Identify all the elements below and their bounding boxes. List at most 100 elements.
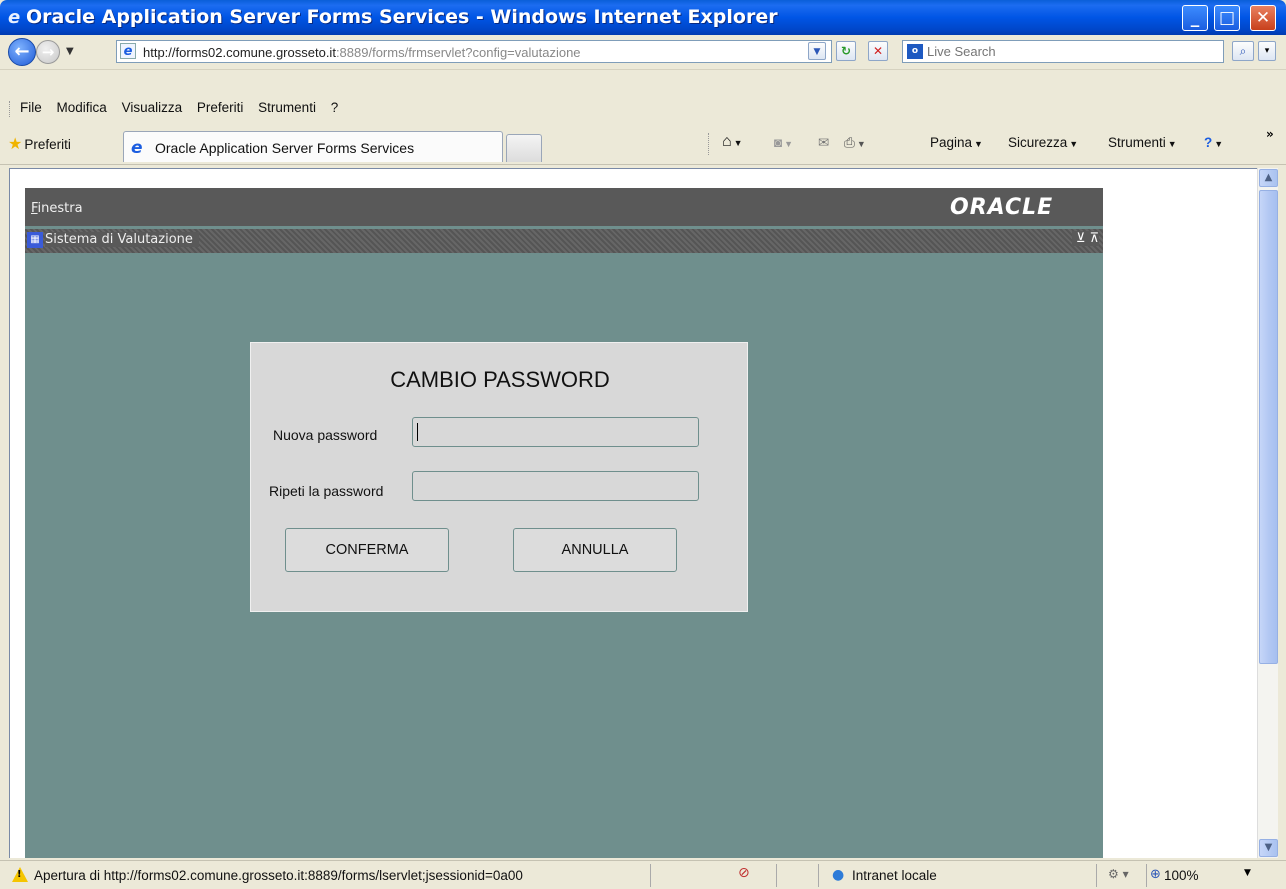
zoom-level[interactable]: 100% (1164, 868, 1199, 883)
menu-visualizza[interactable]: Visualizza (122, 100, 183, 115)
chevron-down-icon: ▼ (813, 47, 821, 57)
scroll-down-icon[interactable]: ▼ (1259, 839, 1278, 857)
address-url: http://forms02.comune.grosseto.it:8889/f… (143, 45, 581, 60)
more-commands-icon[interactable]: » (1266, 127, 1274, 141)
status-divider (818, 864, 819, 887)
menu-modifica[interactable]: Modifica (57, 100, 107, 115)
minimize-button[interactable]: _ (1182, 5, 1208, 31)
status-bar: ! Apertura di http://forms02.comune.gros… (0, 860, 1286, 889)
protected-mode-icon[interactable]: ⚙ ▾ (1108, 867, 1129, 881)
scroll-up-icon[interactable]: ▲ (1259, 169, 1278, 187)
new-tab-button[interactable] (506, 134, 542, 162)
chevron-down-icon[interactable]: ▼ (1244, 868, 1251, 878)
zone-label: Intranet locale (852, 868, 937, 883)
forms-window-icon: ▦ (27, 232, 43, 248)
menu-preferiti[interactable]: Preferiti (197, 100, 244, 115)
status-text: Apertura di http://forms02.comune.grosse… (34, 868, 523, 883)
security-menu-label: Sicurezza (1008, 135, 1068, 150)
chevron-down-icon: ▾ (1264, 46, 1270, 56)
window-titlebar[interactable]: e Oracle Application Server Forms Servic… (0, 0, 1286, 35)
home-icon: ⌂ (722, 133, 732, 150)
repeat-password-label: Ripeti la password (269, 483, 384, 499)
print-icon: ⎙ (844, 135, 855, 150)
dialog-title: CAMBIO PASSWORD (390, 367, 610, 392)
confirm-button[interactable]: CONFERMA (285, 528, 449, 572)
menu-file[interactable]: File (20, 100, 42, 115)
rss-icon: ◙ (774, 135, 783, 150)
recent-pages-dropdown[interactable]: ▼ (66, 46, 74, 57)
status-divider (776, 864, 777, 887)
repeat-password-field[interactable] (412, 471, 699, 501)
search-options-button[interactable]: ▾ (1258, 41, 1276, 61)
stop-button[interactable]: ✕ (868, 41, 888, 61)
forms-window-titlebar[interactable]: ▦ Sistema di Valutazione ⊻ ⊼ (25, 229, 1103, 253)
home-button[interactable]: ⌂ ▼ (722, 133, 743, 151)
new-password-field[interactable] (412, 417, 699, 447)
vertical-scrollbar[interactable]: ▲ ▼ (1257, 168, 1278, 858)
minimize-icon[interactable]: ⊻ (1076, 231, 1086, 246)
favorites-button[interactable]: ★ Preferiti (8, 134, 71, 154)
address-dropdown-button[interactable]: ▼ (808, 42, 826, 60)
tools-menu[interactable]: Strumenti ▼ (1108, 135, 1177, 150)
menu-help[interactable]: ? (331, 100, 339, 115)
privacy-icon[interactable]: ⊘ (738, 865, 750, 881)
chevron-down-icon: ▼ (784, 139, 794, 149)
forward-button[interactable]: → (36, 40, 60, 64)
warning-icon: ! (12, 867, 28, 882)
close-button[interactable]: ✕ (1250, 5, 1276, 31)
search-icon: ⌕ (1239, 44, 1247, 58)
star-icon: ★ (8, 136, 23, 153)
new-password-label: Nuova password (273, 427, 378, 443)
status-divider (1146, 864, 1147, 887)
zoom-icon: ⊕ (1150, 867, 1161, 882)
chevron-down-icon: ▼ (856, 139, 866, 149)
toolbar-grip[interactable] (708, 133, 710, 155)
address-toolbar: ← → ▼ e http://forms02.comune.grosseto.i… (0, 35, 1286, 70)
page-menu-label: Pagina (930, 135, 973, 150)
refresh-icon: ↻ (840, 44, 852, 58)
live-search-icon: o (907, 44, 923, 59)
search-box[interactable]: o (902, 40, 1224, 63)
tab-oracle-forms[interactable]: e Oracle Application Server Forms Servic… (123, 131, 503, 162)
restore-icon[interactable]: ⊼ (1089, 231, 1099, 246)
page-icon: e (120, 43, 136, 59)
maximize-icon: □ (1218, 8, 1236, 28)
text-caret (417, 423, 418, 441)
tab-label: Oracle Application Server Forms Services (155, 140, 415, 156)
help-button[interactable]: ? ▼ (1204, 135, 1223, 150)
forms-menubar: Finestra ORACLE (25, 188, 1103, 226)
cancel-button[interactable]: ANNULLA (513, 528, 677, 572)
minimize-icon: _ (1190, 8, 1200, 28)
menu-finestra[interactable]: Finestra (31, 201, 83, 216)
scroll-thumb[interactable] (1259, 190, 1278, 664)
refresh-button[interactable]: ↻ (836, 41, 856, 61)
back-button[interactable]: ← (8, 38, 36, 66)
chevron-down-icon: ▼ (1069, 139, 1079, 149)
help-icon: ? (1204, 135, 1213, 150)
tab-bar: ★ Preferiti e Oracle Application Server F… (0, 125, 1286, 165)
oracle-logo: ORACLE (950, 195, 1054, 220)
ie-icon: e (131, 138, 143, 158)
menu-strumenti[interactable]: Strumenti (258, 100, 316, 115)
feeds-button[interactable]: ◙ ▼ (774, 135, 793, 150)
window-title: Oracle Application Server Forms Services… (26, 6, 778, 28)
address-bar[interactable]: e http://forms02.comune.grosseto.it:8889… (116, 40, 832, 63)
print-button[interactable]: ⎙ ▼ (844, 135, 866, 151)
forward-arrow-icon: → (41, 43, 55, 61)
menu-bar: File Modifica Visualizza Preferiti Strum… (0, 95, 1286, 123)
status-divider (1096, 864, 1097, 887)
search-input[interactable] (927, 43, 1217, 60)
mail-icon: ✉ (818, 135, 830, 150)
maximize-button[interactable]: □ (1214, 5, 1240, 31)
search-button[interactable]: ⌕ (1232, 41, 1254, 61)
intranet-zone-icon: ● (832, 867, 845, 883)
toolbar-grip[interactable] (9, 101, 11, 117)
read-mail-button[interactable]: ✉ (818, 135, 829, 151)
page-menu[interactable]: Pagina ▼ (930, 135, 983, 150)
close-icon: ✕ (1255, 8, 1271, 28)
ie-icon: e (8, 7, 21, 28)
security-menu[interactable]: Sicurezza ▼ (1008, 135, 1078, 150)
stop-icon: ✕ (872, 44, 884, 58)
forms-window-title: Sistema di Valutazione (45, 232, 199, 247)
chevron-down-icon: ▼ (1214, 139, 1224, 149)
